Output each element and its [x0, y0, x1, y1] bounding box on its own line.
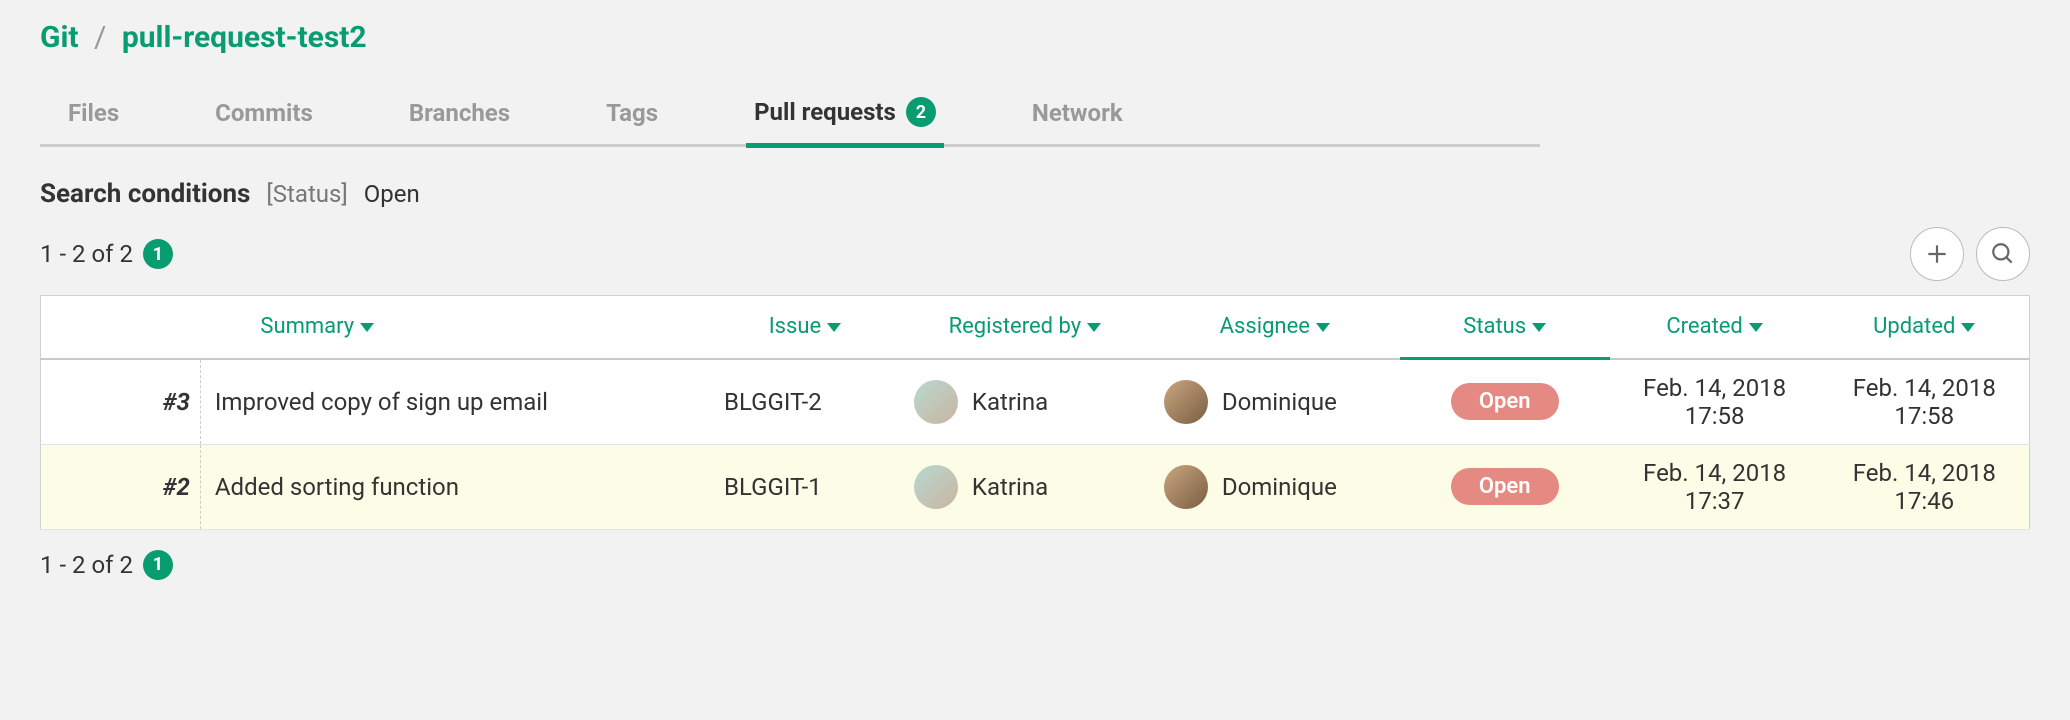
pr-status: Open [1400, 444, 1610, 529]
column-label: Issue [769, 314, 822, 339]
pr-assignee: Dominique [1150, 444, 1400, 529]
tab-label: Files [68, 99, 119, 127]
tab-branches[interactable]: Branches [401, 87, 518, 146]
tab-files[interactable]: Files [60, 87, 127, 146]
plus-icon [1924, 241, 1950, 267]
caret-down-icon [360, 323, 374, 332]
status-badge: Open [1451, 383, 1559, 420]
search-conditions: Search conditions [Status] Open [40, 179, 2030, 209]
pagination-top: 1 - 2 of 2 1 [40, 239, 173, 269]
user-name: Dominique [1222, 473, 1337, 501]
column-label: Assignee [1220, 314, 1310, 339]
column-header-registered-by[interactable]: Registered by [900, 296, 1150, 359]
pagination-range: 1 - 2 of 2 [40, 240, 133, 268]
caret-down-icon [1087, 323, 1101, 332]
column-header-created[interactable]: Created [1610, 296, 1820, 359]
caret-down-icon [1316, 323, 1330, 332]
pr-id[interactable]: #3 [41, 359, 201, 445]
tab-tags[interactable]: Tags [598, 87, 666, 146]
column-label: Created [1666, 314, 1742, 339]
caret-down-icon [1532, 323, 1546, 332]
search-conditions-title: Search conditions [40, 179, 250, 209]
column-label: Registered by [949, 314, 1082, 339]
column-label: Summary [260, 314, 354, 339]
column-label: Updated [1873, 314, 1955, 339]
tab-label: Branches [409, 99, 510, 127]
add-pull-request-button[interactable] [1910, 227, 1964, 281]
column-header-status[interactable]: Status [1400, 296, 1610, 359]
pr-updated: Feb. 14, 2018 17:58 [1820, 359, 2030, 445]
pr-updated: Feb. 14, 2018 17:46 [1820, 444, 2030, 529]
pr-summary[interactable]: Added sorting function [200, 444, 710, 529]
avatar [1164, 380, 1208, 424]
column-label: Status [1463, 314, 1526, 339]
search-conditions-status-value: Open [364, 180, 420, 208]
pagination-page-badge: 1 [143, 550, 173, 580]
user-name: Dominique [1222, 388, 1337, 416]
caret-down-icon [827, 323, 841, 332]
pull-requests-count-badge: 2 [906, 97, 936, 127]
tab-label: Pull requests [754, 98, 896, 126]
table-row[interactable]: #2 Added sorting function BLGGIT-1 Katri… [41, 444, 2030, 529]
pr-status: Open [1400, 359, 1610, 445]
pr-summary[interactable]: Improved copy of sign up email [200, 359, 710, 445]
status-badge: Open [1451, 468, 1559, 505]
column-header-id [41, 296, 201, 359]
tab-network[interactable]: Network [1024, 87, 1131, 146]
search-conditions-status-label: [Status] [266, 180, 347, 208]
pr-created: Feb. 14, 2018 17:58 [1610, 359, 1820, 445]
pagination-bottom: 1 - 2 of 2 1 [40, 550, 2030, 580]
pr-created: Feb. 14, 2018 17:37 [1610, 444, 1820, 529]
tab-label: Commits [215, 99, 313, 127]
caret-down-icon [1961, 323, 1975, 332]
breadcrumb-separator: / [94, 20, 106, 55]
pr-registered-by: Katrina [900, 444, 1150, 529]
tab-label: Tags [606, 99, 658, 127]
pr-issue[interactable]: BLGGIT-1 [710, 444, 900, 529]
pagination-range: 1 - 2 of 2 [40, 551, 133, 579]
avatar [1164, 465, 1208, 509]
pr-issue[interactable]: BLGGIT-2 [710, 359, 900, 445]
tab-pull-requests[interactable]: Pull requests 2 [746, 85, 944, 148]
breadcrumb: Git / pull-request-test2 [40, 20, 2030, 55]
avatar [914, 465, 958, 509]
breadcrumb-root[interactable]: Git [40, 20, 79, 55]
pr-registered-by: Katrina [900, 359, 1150, 445]
tab-label: Network [1032, 99, 1123, 127]
pull-requests-table: Summary Issue Registered by Assignee Sta… [40, 295, 2030, 530]
repo-tabs: Files Commits Branches Tags Pull request… [40, 85, 1540, 147]
user-name: Katrina [972, 388, 1048, 416]
column-header-summary[interactable]: Summary [200, 296, 710, 359]
pr-id[interactable]: #2 [41, 444, 201, 529]
search-icon [1990, 241, 2016, 267]
tab-commits[interactable]: Commits [207, 87, 321, 146]
breadcrumb-repo[interactable]: pull-request-test2 [122, 20, 367, 55]
table-row[interactable]: #3 Improved copy of sign up email BLGGIT… [41, 359, 2030, 445]
pr-assignee: Dominique [1150, 359, 1400, 445]
column-header-updated[interactable]: Updated [1820, 296, 2030, 359]
pagination-page-badge: 1 [143, 239, 173, 269]
search-button[interactable] [1976, 227, 2030, 281]
user-name: Katrina [972, 473, 1048, 501]
caret-down-icon [1749, 323, 1763, 332]
column-header-assignee[interactable]: Assignee [1150, 296, 1400, 359]
avatar [914, 380, 958, 424]
column-header-issue[interactable]: Issue [710, 296, 900, 359]
